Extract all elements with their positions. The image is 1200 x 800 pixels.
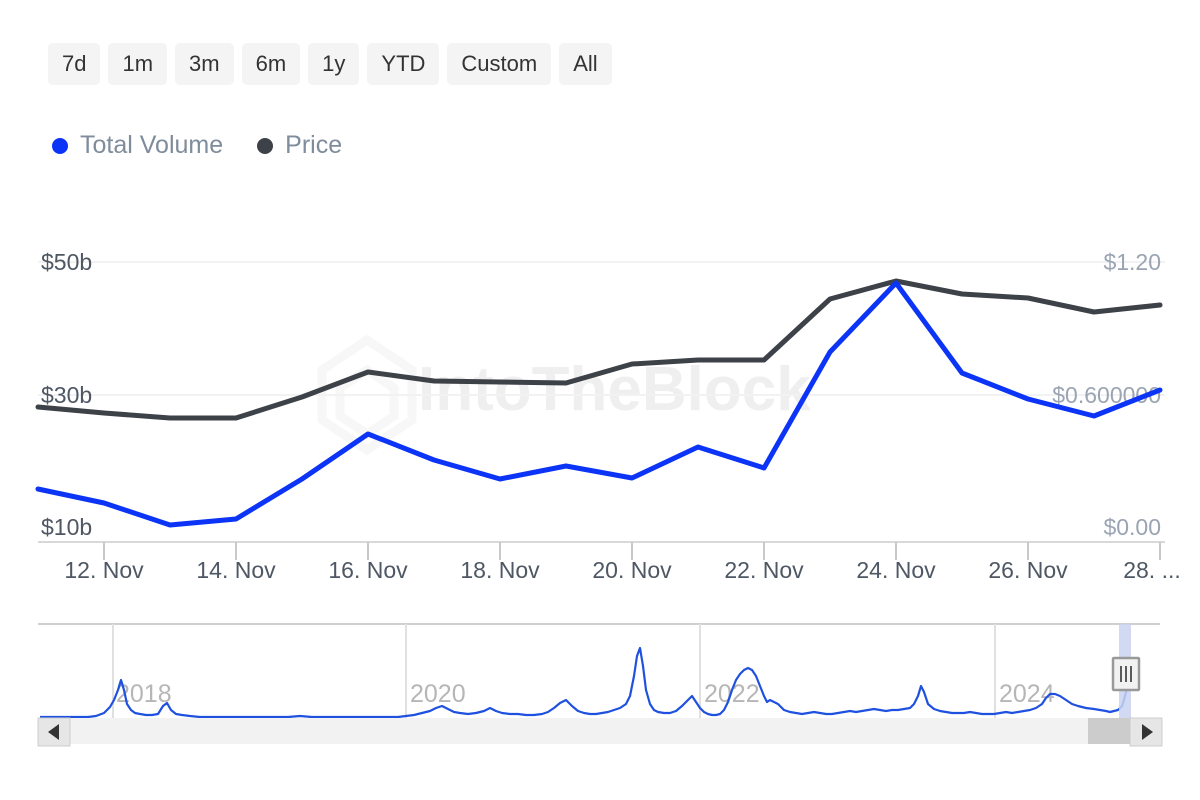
x-axis-label-5: 22. Nov <box>724 557 804 583</box>
scroll-right-button[interactable] <box>1130 718 1162 746</box>
x-axis-label-2: 16. Nov <box>328 557 408 583</box>
x-axis-label-6: 24. Nov <box>856 557 936 583</box>
main-chart[interactable]: IntoTheBlock $50b $30b $10b $1.20 $0.600… <box>0 220 1200 590</box>
range-button-7d[interactable]: 7d <box>48 43 100 85</box>
legend-label-price: Price <box>285 133 342 158</box>
legend-dot-price <box>257 138 273 154</box>
navigator-year-label-1: 2020 <box>410 680 466 708</box>
x-axis-label-3: 18. Nov <box>460 557 540 583</box>
legend-label-total-volume: Total Volume <box>80 133 223 158</box>
chart-navigator[interactable]: 2018 2020 2022 2024 <box>0 618 1200 748</box>
scroll-left-button[interactable] <box>38 718 70 746</box>
legend-dot-total-volume <box>52 138 68 154</box>
x-axis-label-4: 20. Nov <box>592 557 672 583</box>
x-axis-label-0: 12. Nov <box>64 557 144 583</box>
y-axis-left-label-2: $10b <box>41 514 92 540</box>
x-axis-label-7: 26. Nov <box>988 557 1068 583</box>
scrollbar-thumb[interactable] <box>1088 718 1130 744</box>
navigator-gridlines <box>113 624 995 718</box>
y-axis-left-label-0: $50b <box>41 249 92 275</box>
range-button-1y[interactable]: 1y <box>308 43 359 85</box>
scrollbar-track[interactable] <box>38 718 1162 744</box>
y-axis-right-label-0: $1.20 <box>1103 249 1161 275</box>
range-button-3m[interactable]: 3m <box>175 43 234 85</box>
x-axis-label-1: 14. Nov <box>196 557 276 583</box>
range-button-custom[interactable]: Custom <box>447 43 551 85</box>
range-button-all[interactable]: All <box>559 43 611 85</box>
range-button-1m[interactable]: 1m <box>108 43 167 85</box>
navigator-handle-right[interactable] <box>1113 658 1139 690</box>
range-selector: 7d 1m 3m 6m 1y YTD Custom All <box>48 43 612 85</box>
navigator-year-label-3: 2024 <box>999 680 1055 708</box>
legend-item-price[interactable]: Price <box>257 133 342 158</box>
navigator-series-line <box>40 648 1128 717</box>
range-button-ytd[interactable]: YTD <box>367 43 439 85</box>
range-button-6m[interactable]: 6m <box>242 43 301 85</box>
y-axis-left-label-1: $30b <box>41 382 92 408</box>
chart-legend: Total Volume Price <box>52 133 342 158</box>
legend-item-total-volume[interactable]: Total Volume <box>52 133 223 158</box>
watermark-text: IntoTheBlock <box>418 355 811 424</box>
y-axis-right-label-2: $0.00 <box>1103 514 1161 540</box>
x-axis-label-8: 28. ... <box>1123 557 1181 583</box>
